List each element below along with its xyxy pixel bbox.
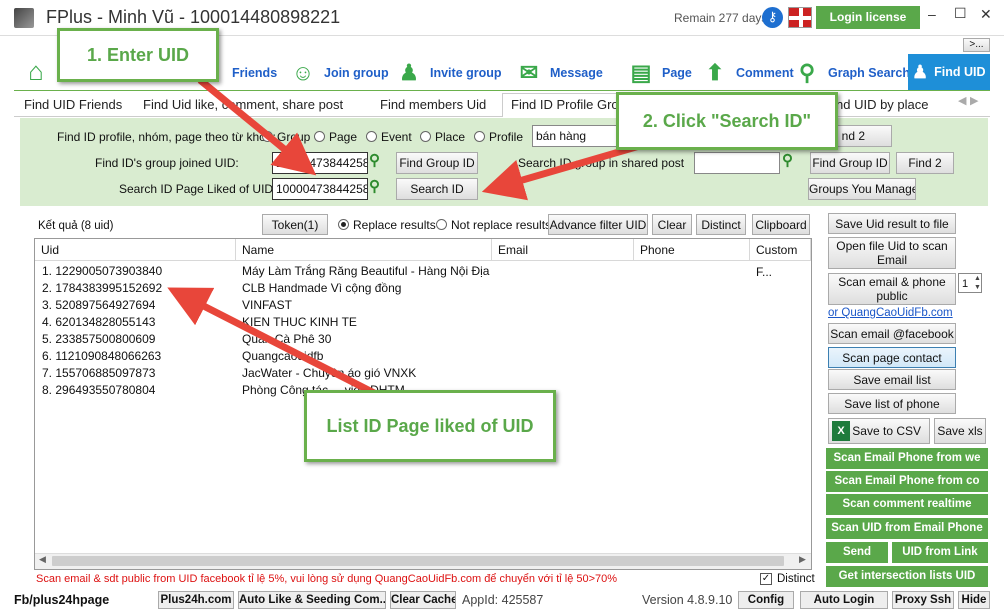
callout-list-id: List ID Page liked of UID	[304, 390, 556, 462]
arrow-to-uid-input	[197, 77, 317, 176]
arrow-to-results	[167, 287, 382, 400]
annotation-arrows	[167, 77, 661, 400]
callout-click-search: 2. Click "Search ID"	[616, 92, 838, 150]
callout-enter-uid: 1. Enter UID	[57, 28, 219, 82]
